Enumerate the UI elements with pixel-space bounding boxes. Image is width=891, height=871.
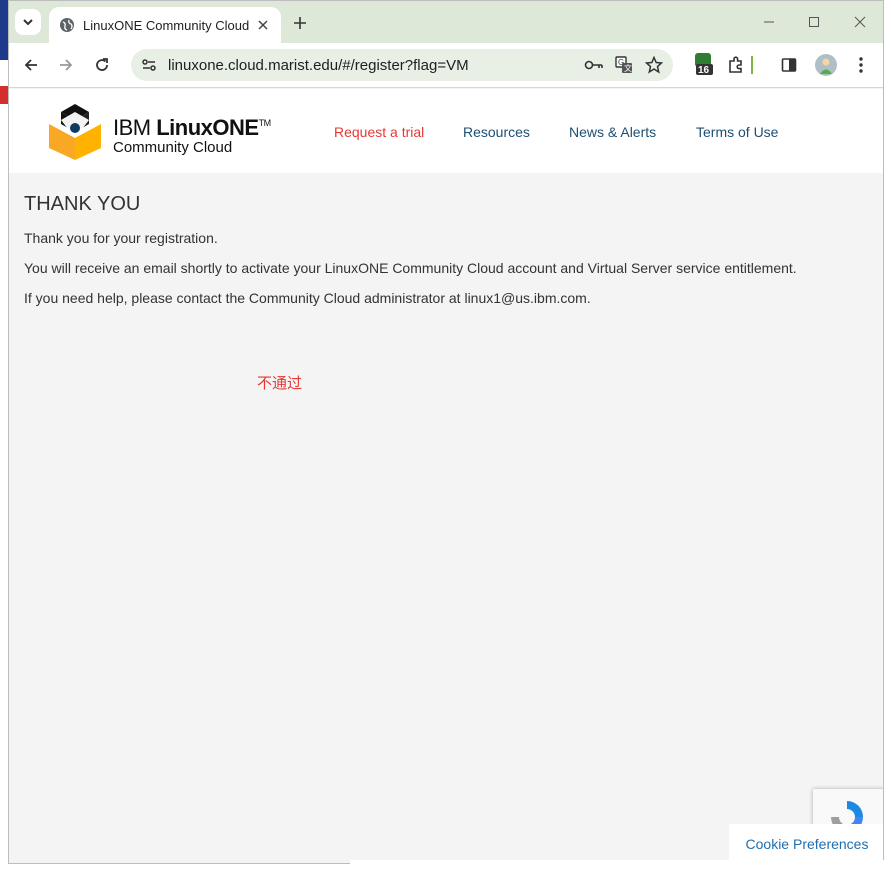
key-icon: [584, 60, 603, 70]
extension-badge-count: 16: [698, 65, 710, 76]
back-button[interactable]: [19, 53, 43, 77]
brand-wordmark[interactable]: IBM LinuxONETM Community Cloud: [113, 115, 271, 156]
message-line: You will receive an email shortly to act…: [24, 260, 797, 276]
browser-window: LinuxONE Community Cloud linuxone.cloud.…: [8, 0, 884, 864]
star-icon: [645, 56, 663, 74]
reload-button[interactable]: [90, 53, 114, 77]
tab-search-button[interactable]: [15, 9, 41, 35]
password-key-button[interactable]: [583, 54, 605, 76]
arrow-right-icon: [60, 59, 73, 71]
more-vertical-icon: [859, 57, 863, 73]
address-bar[interactable]: linuxone.cloud.marist.edu/#/register?fla…: [131, 49, 673, 81]
maximize-button[interactable]: [802, 11, 826, 33]
desktop-background-bottom: [350, 860, 891, 871]
maximize-icon: [809, 17, 819, 27]
puzzle-icon: [729, 56, 742, 73]
new-tab-button[interactable]: [289, 12, 311, 34]
nav-terms-of-use[interactable]: Terms of Use: [696, 124, 778, 140]
bookmark-button[interactable]: [643, 54, 665, 76]
extensions-button[interactable]: [724, 53, 748, 77]
message-line: Thank you for your registration.: [24, 230, 218, 246]
brand-trademark: TM: [258, 118, 272, 128]
chevron-down-icon: [23, 19, 33, 26]
brand-ibm: IBM: [113, 115, 157, 140]
reload-icon: [96, 58, 108, 71]
side-panel-button[interactable]: [777, 53, 801, 77]
status-annotation: 不通过: [257, 375, 303, 392]
linuxone-logo-icon[interactable]: [47, 102, 103, 162]
cookie-preferences-button[interactable]: Cookie Preferences: [729, 824, 883, 863]
globe-icon: [60, 18, 74, 32]
main-content: THANK YOU Thank you for your registratio…: [24, 193, 797, 306]
side-panel-icon: [781, 58, 797, 72]
forward-button[interactable]: [54, 53, 78, 77]
toolbar-divider: [750, 53, 754, 77]
brand-subtitle: Community Cloud: [113, 139, 233, 156]
profile-avatar[interactable]: [815, 54, 837, 76]
page-title: THANK YOU: [24, 193, 141, 215]
site-info-button[interactable]: [139, 55, 159, 75]
background-window-strip: [0, 0, 8, 60]
browser-toolbar: linuxone.cloud.marist.edu/#/register?fla…: [9, 43, 883, 88]
minimize-button[interactable]: [757, 11, 781, 33]
extension-badge-icon: 16: [695, 53, 713, 76]
message-line: If you need help, please contact the Com…: [24, 290, 591, 306]
browser-menu-button[interactable]: [849, 53, 873, 77]
desktop-background-left: [0, 0, 8, 871]
active-tab[interactable]: LinuxONE Community Cloud: [49, 7, 281, 43]
minimize-icon: [764, 21, 774, 23]
nav-request-trial[interactable]: Request a trial: [334, 124, 424, 140]
tab-title: LinuxONE Community Cloud: [83, 17, 250, 33]
nav-resources[interactable]: Resources: [463, 124, 530, 140]
translate-icon: G文: [615, 56, 632, 73]
site-header: IBM LinuxONETM Community Cloud Request a…: [9, 89, 883, 173]
close-icon: [854, 16, 866, 28]
close-icon[interactable]: [255, 17, 271, 33]
arrow-left-icon: [24, 59, 37, 71]
nav-news-alerts[interactable]: News & Alerts: [569, 124, 656, 140]
translate-button[interactable]: G文: [613, 54, 635, 76]
svg-text:文: 文: [624, 63, 632, 73]
avatar-icon: [815, 54, 837, 76]
brand-name: LinuxONE: [156, 115, 259, 140]
background-window-strip: [0, 86, 8, 104]
title-bar: LinuxONE Community Cloud: [9, 1, 883, 43]
tune-icon: [142, 59, 156, 71]
extension-button[interactable]: 16: [694, 52, 714, 76]
window-close-button[interactable]: [848, 11, 872, 33]
web-page: IBM LinuxONETM Community Cloud Request a…: [9, 89, 883, 863]
url-text[interactable]: linuxone.cloud.marist.edu/#/register?fla…: [168, 57, 583, 74]
plus-icon: [294, 17, 306, 29]
